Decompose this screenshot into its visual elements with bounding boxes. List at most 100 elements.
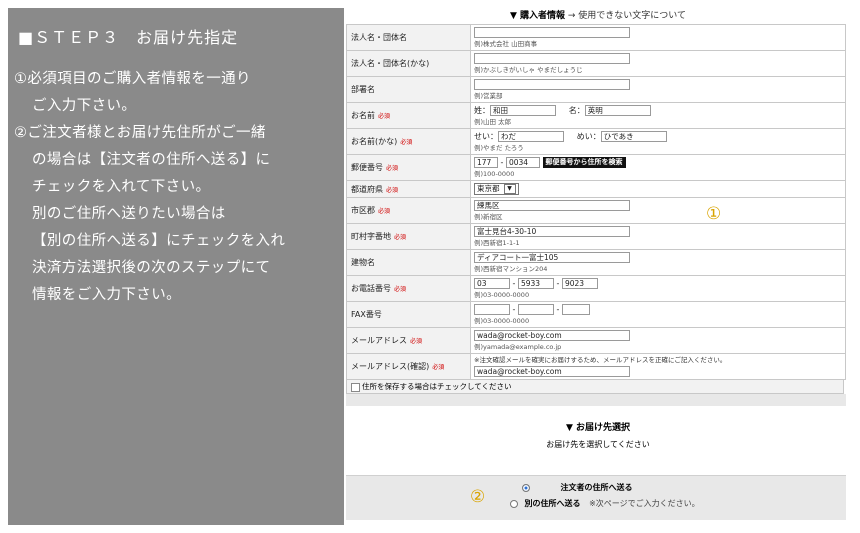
save-address-row: 住所を保存する場合はチェックしてください xyxy=(346,380,844,394)
name-kana-label-cell: お名前(かな) 必須 xyxy=(346,128,471,155)
form-row-mail: メールアドレス 必須 wada@rocket-boy.com 例)yamada@e… xyxy=(346,327,846,354)
unusable-characters-link[interactable]: → 使用できない文字について xyxy=(568,11,686,21)
town-label: 町村字番地 xyxy=(351,232,391,241)
mail-example: 例)yamada@example.co.jp xyxy=(474,343,562,351)
fax-example: 例)03-0000-0000 xyxy=(474,317,530,325)
mail-confirm-input[interactable]: wada@rocket-boy.com xyxy=(474,366,630,377)
chevron-down-icon: ▼ xyxy=(503,184,516,194)
required-badge: 必須 xyxy=(394,286,407,293)
zip1-input[interactable]: 177 xyxy=(474,157,498,168)
name-label-cell: お名前 必須 xyxy=(346,102,471,129)
annotation-marker-1: ① xyxy=(706,204,722,224)
instruction-line: 別のご住所へ送りたい場合は xyxy=(32,206,226,222)
required-badge: 必須 xyxy=(378,208,391,215)
form-row-name: お名前 必須 姓： 和田 名： 英明 例)山田 太郎 xyxy=(346,102,846,129)
tel-label: お電話番号 xyxy=(351,284,391,293)
other-address-label: 別の住所へ送る xyxy=(524,499,581,508)
dept-example: 例)営業部 xyxy=(474,92,503,100)
city-input[interactable]: 練馬区 xyxy=(474,200,630,211)
city-label: 市区郡 xyxy=(351,206,375,215)
zip-label-cell: 郵便番号 必須 xyxy=(346,154,471,181)
instruction-line: 【別の住所へ送る】にチェックを入れ xyxy=(32,233,286,249)
form-header-title: ▼ 購入者情報 xyxy=(509,11,566,21)
corp-label: 法人名・団体名 xyxy=(346,24,471,51)
zip-search-button[interactable]: 郵便番号から住所を検索 xyxy=(542,157,626,168)
name-kana-example: 例)やまだ たろう xyxy=(474,144,524,152)
form-row-zip: 郵便番号 必須 177 - 0034 郵便番号から住所を検索 例)100-0000 xyxy=(346,154,846,181)
annotation-marker-2: ② xyxy=(470,487,486,507)
dept-label: 部署名 xyxy=(346,76,471,103)
sei-kana-input[interactable]: わだ xyxy=(498,131,564,142)
other-address-radio[interactable] xyxy=(510,499,518,508)
city-example: 例)新宿区 xyxy=(474,213,503,221)
order-form-panel: ▼ 購入者情報 → 使用できない文字について 法人名・団体名 例)株式会社 山田… xyxy=(344,8,852,525)
instruction-line: ①必須項目のご購入者情報を一通り xyxy=(14,71,251,87)
zip-example: 例)100-0000 xyxy=(474,170,515,178)
option-orderer-address[interactable]: 注文者の住所へ送る xyxy=(522,482,633,493)
mei-kana-label: めい： xyxy=(576,132,601,141)
instruction-line: の場合は【注文者の住所へ送る】に xyxy=(32,152,271,168)
fax1-input[interactable] xyxy=(474,304,510,315)
fax2-input[interactable] xyxy=(517,304,554,315)
corp-kana-label: 法人名・団体名(かな) xyxy=(346,50,471,77)
required-badge: 必須 xyxy=(386,165,399,172)
mail-confirm-note: ※注文確認メールを確実にお届けするため、メールアドレスを正確にご記入ください。 xyxy=(474,356,727,364)
form-row-town: 町村字番地 必須 富士見台4-30-10 例)西新宿1-1-1 xyxy=(346,223,846,250)
town-example: 例)西新宿1-1-1 xyxy=(474,239,520,247)
mail-label-cell: メールアドレス 必須 xyxy=(346,327,471,354)
instruction-line: チェックを入れて下さい。 xyxy=(32,179,211,195)
form-header: ▼ 購入者情報 → 使用できない文字について xyxy=(344,8,852,24)
mei-input[interactable]: 英明 xyxy=(584,105,651,116)
destination-options: 注文者の住所へ送る 別の住所へ送る ※次ページでご入力ください。 xyxy=(346,475,846,520)
form-row-name-kana: お名前(かな) 必須 せい： わだ めい： ひであき 例)やまだ たろう xyxy=(346,128,846,155)
prefecture-select[interactable]: 東京都 ▼ xyxy=(474,183,519,195)
town-input[interactable]: 富士見台4-30-10 xyxy=(474,226,630,237)
mail-label: メールアドレス xyxy=(351,336,407,345)
form-row-building: 建物名 ディアコート一富士105 例)西新宿マンション204 xyxy=(346,249,846,276)
city-label-cell: 市区郡 必須 xyxy=(346,197,471,224)
form-row-city: 市区郡 必須 練馬区 例)新宿区 xyxy=(346,197,846,224)
sei-label: 姓： xyxy=(474,106,490,115)
fax3-input[interactable] xyxy=(561,304,590,315)
corp-input[interactable] xyxy=(474,27,630,38)
sei-kana-label: せい： xyxy=(474,132,498,141)
destination-subtitle: お届け先を選択してください xyxy=(546,440,650,449)
instructions-panel: ■ＳＴＥＰ３ お届け先指定 ①必須項目のご購入者情報を一通り ご入力下さい。 ②… xyxy=(8,10,338,313)
pref-label-cell: 都道府県 必須 xyxy=(346,180,471,198)
corp-kana-input[interactable] xyxy=(474,53,630,64)
save-address-label: 住所を保存する場合はチェックしてください xyxy=(362,382,512,391)
building-input[interactable]: ディアコート一富士105 xyxy=(474,252,630,263)
mei-kana-input[interactable]: ひであき xyxy=(600,131,667,142)
name-kana-label: お名前(かな) xyxy=(351,137,398,146)
building-label: 建物名 xyxy=(346,249,471,276)
fax-label: FAX番号 xyxy=(346,301,471,328)
zip2-input[interactable]: 0034 xyxy=(505,157,540,168)
dept-input[interactable] xyxy=(474,79,630,90)
option-other-address[interactable]: 別の住所へ送る ※次ページでご入力ください。 xyxy=(510,498,700,509)
town-label-cell: 町村字番地 必須 xyxy=(346,223,471,250)
tel-label-cell: お電話番号 必須 xyxy=(346,275,471,302)
purchaser-form-table: 法人名・団体名 例)株式会社 山田商事 法人名・団体名(かな) 例)かぶしきがい… xyxy=(346,24,846,380)
form-row-fax: FAX番号 - - 例)03-0000-0000 xyxy=(346,301,846,328)
tel-example: 例)03-0000-0000 xyxy=(474,291,530,299)
required-badge: 必須 xyxy=(378,113,391,120)
tel3-input[interactable]: 9023 xyxy=(561,278,598,289)
sei-input[interactable]: 和田 xyxy=(490,105,556,116)
other-address-note: ※次ページでご入力ください。 xyxy=(589,499,700,508)
form-row-pref: 都道府県 必須 東京都 ▼ xyxy=(346,180,846,198)
corp-example: 例)株式会社 山田商事 xyxy=(474,40,538,48)
tel1-input[interactable]: 03 xyxy=(474,278,510,289)
step-title: ■ＳＴＥＰ３ お届け先指定 xyxy=(18,28,239,47)
instruction-line: 決済方法選択後の次のステップにて xyxy=(32,260,271,276)
save-address-checkbox[interactable] xyxy=(351,382,360,392)
required-badge: 必須 xyxy=(410,338,423,345)
mail-input[interactable]: wada@rocket-boy.com xyxy=(474,330,630,341)
instruction-line: 情報をご入力下さい。 xyxy=(32,287,181,303)
required-badge: 必須 xyxy=(386,186,399,194)
tel2-input[interactable]: 5933 xyxy=(517,278,554,289)
required-badge: 必須 xyxy=(400,139,413,146)
instruction-line: ご入力下さい。 xyxy=(32,98,137,114)
orderer-address-radio[interactable] xyxy=(522,483,530,492)
mei-label: 名： xyxy=(568,106,585,115)
form-row-dept: 部署名 例)営業部 xyxy=(346,76,846,103)
